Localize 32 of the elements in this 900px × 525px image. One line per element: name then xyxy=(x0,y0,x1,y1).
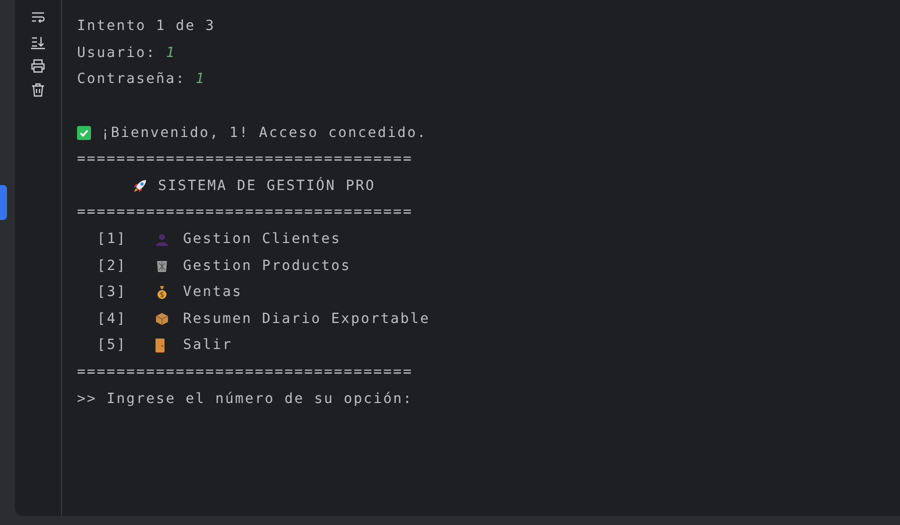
field-label: Usuario: xyxy=(77,44,156,61)
system-title: SISTEMA DE GESTIÓN PRO xyxy=(158,178,376,194)
option-label: Resumen Diario Exportable xyxy=(183,310,430,327)
money-bag-icon xyxy=(155,285,169,300)
sidebar-indicator xyxy=(0,185,7,220)
option-label: Gestion Clientes xyxy=(183,231,342,248)
person-icon xyxy=(155,232,169,246)
input-prompt: >> Ingrese el número de su opción: xyxy=(77,390,413,407)
scroll-to-end-icon[interactable] xyxy=(30,34,46,50)
field-label: Contraseña: xyxy=(77,71,186,88)
input-value: 1 xyxy=(166,44,176,61)
print-icon[interactable] xyxy=(30,58,46,74)
separator-text: ================================== xyxy=(77,364,413,380)
console-text: Intento 1 de 3 xyxy=(77,18,216,34)
separator-text: ================================== xyxy=(77,151,413,168)
package-icon xyxy=(155,312,169,326)
option-label: Ventas xyxy=(183,284,242,300)
option-number: [4] xyxy=(97,310,128,327)
option-number: [1] xyxy=(97,231,128,248)
option-number: [3] xyxy=(97,284,128,300)
separator-text: ================================== xyxy=(77,204,413,220)
option-label: Salir xyxy=(183,337,232,354)
option-label: Gestion Productos xyxy=(183,258,351,274)
checkmark-icon xyxy=(77,126,91,140)
input-value: 1 xyxy=(196,71,206,88)
welcome-message: ¡Bienvenido, 1! Acceso concedido. xyxy=(101,124,427,141)
wastebasket-icon xyxy=(155,258,169,273)
option-number: [5] xyxy=(97,337,128,354)
trash-icon[interactable] xyxy=(30,82,46,98)
door-icon xyxy=(155,338,165,353)
rocket-icon xyxy=(132,178,148,194)
option-number: [2] xyxy=(97,258,128,274)
